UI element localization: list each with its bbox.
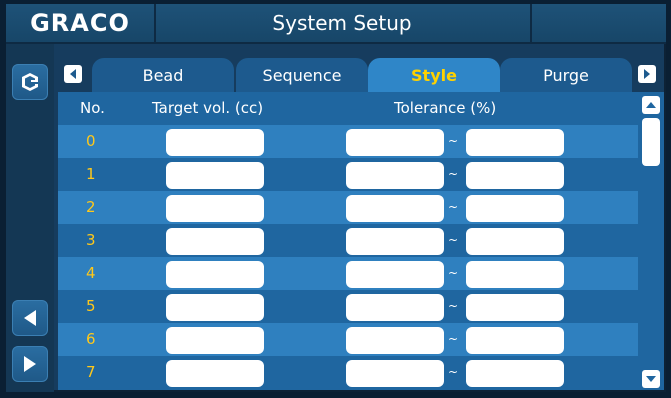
column-header-tolerance: Tolerance (%): [394, 99, 497, 117]
tab-scroll-left-icon: [70, 69, 76, 79]
range-separator: ~: [447, 266, 459, 280]
home-button[interactable]: [12, 64, 48, 100]
tolerance-min-field[interactable]: [346, 261, 444, 288]
tab-sequence[interactable]: Sequence: [236, 58, 368, 92]
scroll-thumb[interactable]: [642, 118, 660, 166]
range-separator: ~: [447, 332, 459, 346]
scroll-down-icon: [646, 376, 656, 382]
table-row: 6 ~: [58, 323, 638, 356]
tolerance-max-field[interactable]: [466, 162, 564, 189]
scroll-down-button[interactable]: [642, 370, 660, 388]
table-row: 5 ~: [58, 290, 638, 323]
table-row: 2 ~: [58, 191, 638, 224]
table-row: 7 ~: [58, 356, 638, 389]
target-vol-field[interactable]: [166, 195, 264, 222]
tolerance-min-field[interactable]: [346, 294, 444, 321]
scroll-up-button[interactable]: [642, 96, 660, 114]
target-vol-field[interactable]: [166, 261, 264, 288]
row-number: 7: [86, 363, 96, 381]
tab-style[interactable]: Style: [368, 58, 500, 92]
target-vol-field[interactable]: [166, 228, 264, 255]
row-number: 4: [86, 264, 96, 282]
tolerance-max-field[interactable]: [466, 294, 564, 321]
column-header-no: No.: [80, 99, 105, 117]
tolerance-min-field[interactable]: [346, 360, 444, 387]
style-table: No. Target vol. (cc) Tolerance (%) 0 ~ 1…: [58, 92, 638, 390]
tolerance-max-field[interactable]: [466, 228, 564, 255]
table-scrollbar[interactable]: [638, 92, 664, 390]
tolerance-max-field[interactable]: [466, 360, 564, 387]
tolerance-min-field[interactable]: [346, 129, 444, 156]
next-screen-button[interactable]: [12, 346, 48, 382]
column-header-target-vol: Target vol. (cc): [152, 99, 264, 117]
row-number: 1: [86, 165, 96, 183]
tolerance-max-field[interactable]: [466, 327, 564, 354]
header-right-cell: [530, 4, 668, 42]
target-vol-field[interactable]: [166, 327, 264, 354]
tolerance-max-field[interactable]: [466, 195, 564, 222]
tolerance-min-field[interactable]: [346, 162, 444, 189]
tab-scroll-left-button[interactable]: [64, 65, 82, 83]
target-vol-field[interactable]: [166, 162, 264, 189]
table-row: 3 ~: [58, 224, 638, 257]
row-number: 3: [86, 231, 96, 249]
target-vol-field[interactable]: [166, 294, 264, 321]
tolerance-max-field[interactable]: [466, 261, 564, 288]
range-separator: ~: [447, 299, 459, 313]
graco-home-icon: [22, 73, 38, 91]
tab-bead[interactable]: Bead: [92, 58, 234, 92]
range-separator: ~: [447, 134, 459, 148]
target-vol-field[interactable]: [166, 129, 264, 156]
tolerance-min-field[interactable]: [346, 228, 444, 255]
table-row: 4 ~: [58, 257, 638, 290]
row-number: 2: [86, 198, 96, 216]
table-row: 0 ~: [58, 125, 638, 158]
range-separator: ~: [447, 365, 459, 379]
range-separator: ~: [447, 167, 459, 181]
target-vol-field[interactable]: [166, 360, 264, 387]
row-number: 5: [86, 297, 96, 315]
table-row: 1 ~: [58, 158, 638, 191]
tab-bar: Bead Sequence Style Purge: [58, 58, 664, 92]
row-number: 6: [86, 330, 96, 348]
tolerance-max-field[interactable]: [466, 129, 564, 156]
tab-purge[interactable]: Purge: [500, 58, 632, 92]
tolerance-min-field[interactable]: [346, 327, 444, 354]
arrow-left-icon: [24, 310, 36, 326]
scroll-up-icon: [646, 102, 656, 108]
tab-scroll-right-button[interactable]: [638, 65, 656, 83]
prev-screen-button[interactable]: [12, 300, 48, 336]
tolerance-min-field[interactable]: [346, 195, 444, 222]
range-separator: ~: [447, 200, 459, 214]
tab-scroll-right-icon: [644, 69, 650, 79]
left-nav-panel: [6, 44, 54, 392]
header-bar: GRACO System Setup: [6, 4, 666, 44]
graco-logo: GRACO: [30, 9, 130, 37]
logo-cell: GRACO: [6, 4, 156, 42]
arrow-right-icon: [24, 356, 36, 372]
page-title: System Setup: [272, 11, 412, 35]
row-number: 0: [86, 132, 96, 150]
range-separator: ~: [447, 233, 459, 247]
